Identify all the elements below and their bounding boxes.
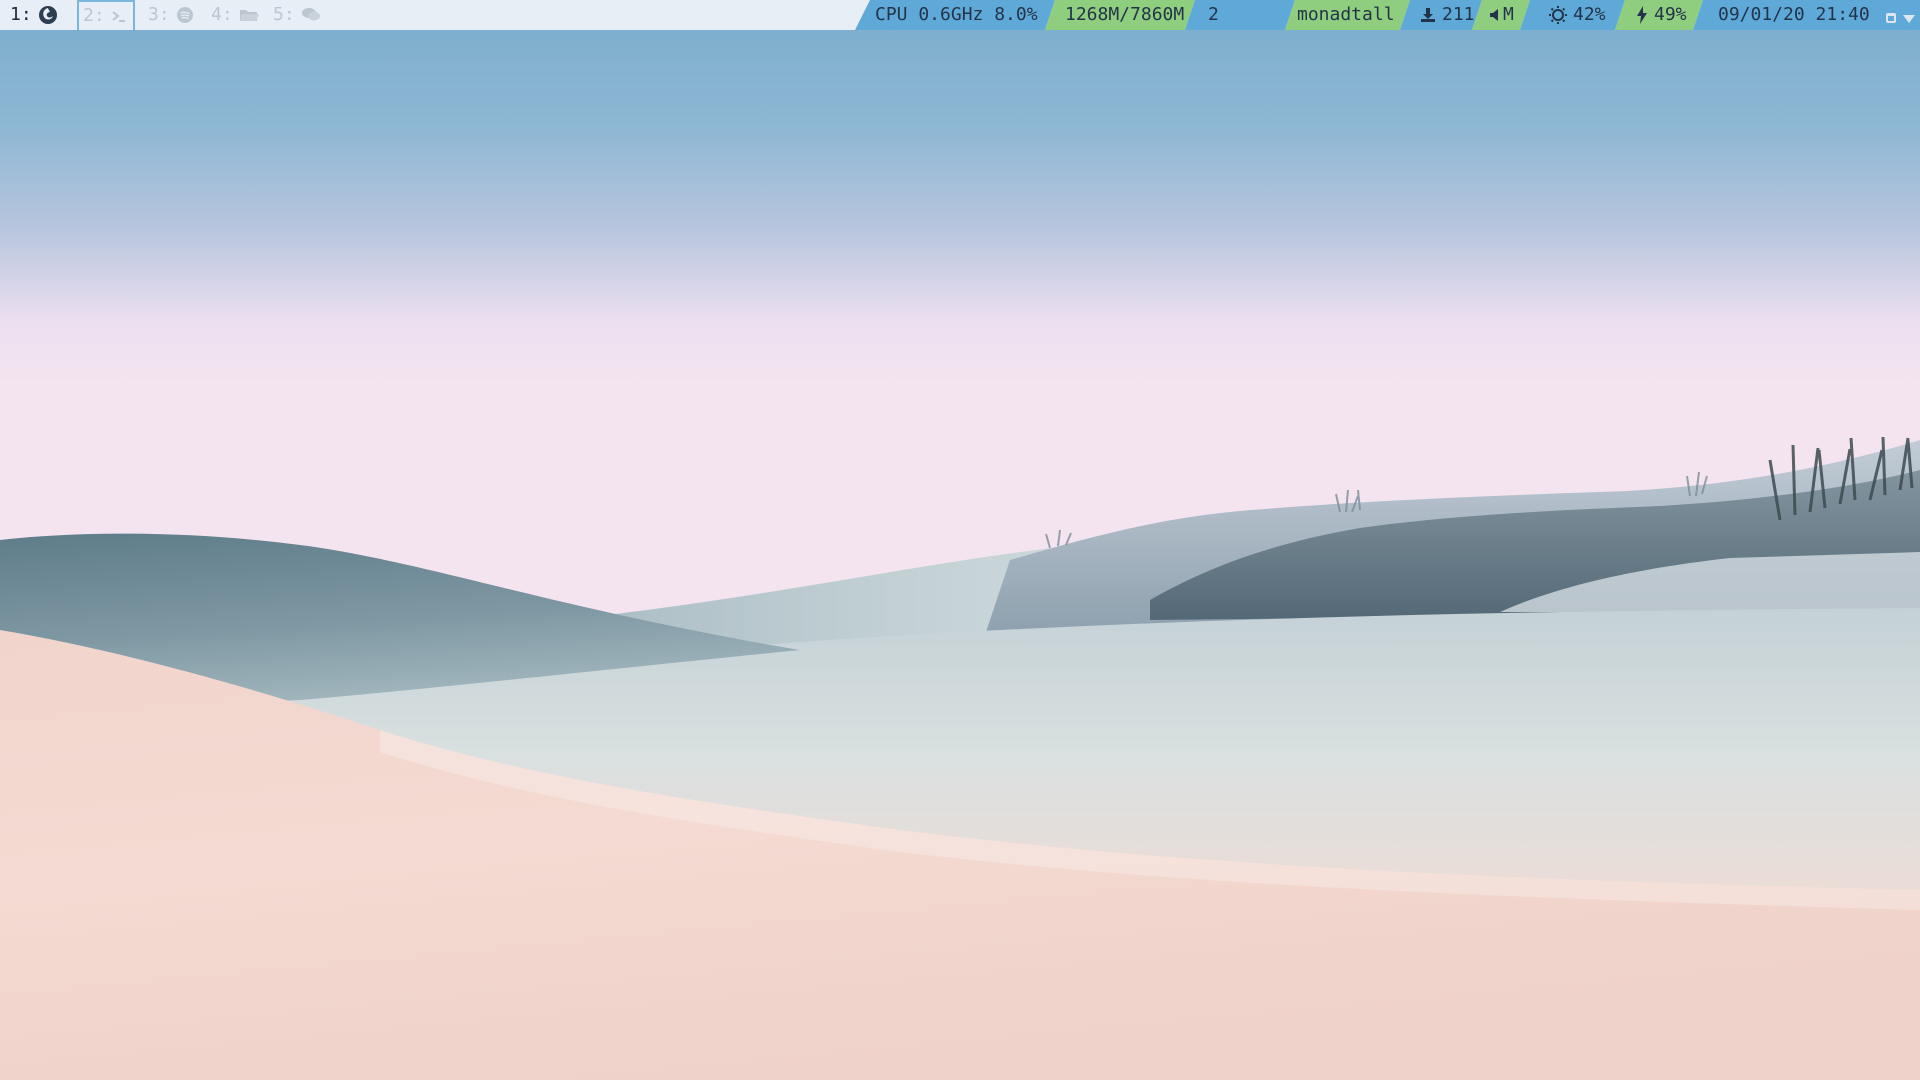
cpu-widget: CPU 0.6GHz 8.0% [875,0,1038,30]
cpu-text: CPU 0.6GHz 8.0% [875,4,1038,25]
brightness-widget[interactable]: 42% [1549,0,1606,30]
workspace-label: 1: [10,4,32,25]
spotify-icon [176,6,194,24]
workspace-3[interactable]: 3: [148,0,194,30]
system-tray [1885,8,1915,29]
updates-widget[interactable]: 211 [1420,0,1475,30]
brightness-text: 42% [1573,4,1606,25]
firefox-icon [38,5,58,25]
layout-widget[interactable]: monadtall [1297,0,1395,30]
clock-text: 09/01/20 21:40 [1718,4,1870,25]
workspace-label: 4: [211,4,233,25]
window-count-text: 2 [1208,4,1219,25]
workspace-label: 5: [273,4,295,25]
status-bar: CPU 0.6GHz 8.0% 1268M/7860M 2 monadtall … [855,0,1920,30]
layout-text: monadtall [1297,4,1395,25]
speaker-icon [1489,8,1501,22]
wallpaper [0,0,1920,1080]
workspace-5[interactable]: 5: [273,0,321,30]
desktop: 1: 2: 3: 4: 5: CPU 0.6GHz 8.0% 1268M/786… [0,0,1920,1080]
clock-widget[interactable]: 09/01/20 21:40 [1718,0,1870,30]
memory-widget: 1268M/7860M [1065,0,1184,30]
download-icon [1420,7,1436,23]
volume-widget[interactable]: M [1489,0,1514,30]
window-count-widget: 2 [1208,0,1219,30]
tray-network-icon[interactable] [1903,8,1915,29]
chat-icon [301,7,321,23]
tray-app-icon[interactable] [1885,8,1897,29]
battery-bolt-icon [1636,6,1648,24]
workspace-2[interactable]: 2: [77,0,135,30]
brightness-icon [1549,6,1567,24]
memory-text: 1268M/7860M [1065,4,1185,25]
updates-count: 211 [1442,4,1475,25]
workspace-label: 2: [83,5,105,26]
battery-text: 49% [1654,4,1687,25]
workspace-1[interactable]: 1: [10,0,58,30]
terminal-icon [111,8,127,24]
volume-text: M [1503,4,1514,25]
workspace-label: 3: [148,4,170,25]
battery-widget: 49% [1636,0,1687,30]
top-bar: 1: 2: 3: 4: 5: CPU 0.6GHz 8.0% 1268M/786… [0,0,1920,30]
workspace-4[interactable]: 4: [211,0,259,30]
folder-icon [239,7,259,23]
